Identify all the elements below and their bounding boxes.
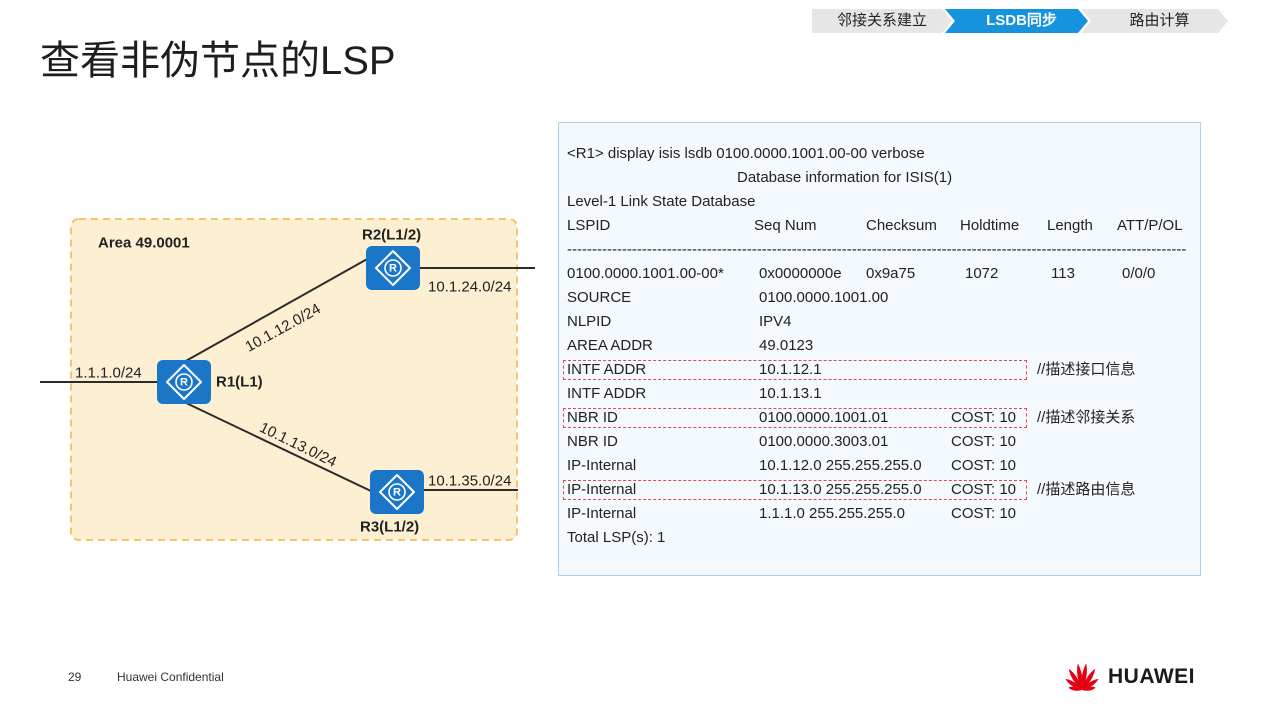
lsp-seq-num: 0x0000000e — [759, 265, 842, 282]
network-topology-diagram: Area 49.0001 1.1.1.0/24 10.1.12.0/24 10.… — [40, 218, 535, 541]
database-info-text: Database information for ISIS(1) — [737, 169, 953, 186]
tlv-value: IPV4 — [759, 313, 792, 330]
lsp-detail-rows: SOURCE 0100.0000.1001.00 NLPID IPV4 AREA ADD… — [559, 286, 1200, 526]
area-label: Area 49.0001 — [98, 235, 190, 252]
confidential-notice: Huawei Confidential — [117, 670, 224, 684]
annotation-comment: //描述邻接关系 — [1037, 409, 1136, 426]
lsp-detail-row: NLPID IPV4 — [559, 310, 1200, 334]
lsp-detail-row: NBR ID 0100.0000.3003.01 COST: 10 — [559, 430, 1200, 454]
lsp-detail-row: AREA ADDR 49.0123 — [559, 334, 1200, 358]
db-info-line: Database information for ISIS(1) — [559, 166, 1200, 190]
tlv-field-name: AREA ADDR — [567, 337, 653, 354]
progress-step-route-calc: 路由计算 — [1081, 9, 1228, 33]
lsp-att-p-ol: 0/0/0 — [1122, 265, 1156, 282]
tlv-field-name: NBR ID — [567, 409, 618, 426]
progress-step-lsdb-sync: LSDB同步 — [945, 9, 1088, 33]
column-header-att-p-ol: ATT/P/OL — [1117, 217, 1183, 234]
huawei-logo-icon — [1065, 663, 1099, 691]
lsp-checksum: 0x9a75 — [866, 265, 916, 282]
tlv-value: 10.1.12.0 255.255.255.0 — [759, 457, 922, 474]
tlv-cost: COST: 10 — [951, 505, 1017, 522]
tlv-cost: COST: 10 — [951, 433, 1017, 450]
tlv-field-name: IP-Internal — [567, 505, 637, 522]
lsp-detail-row: IP-Internal 10.1.13.0 255.255.255.0 COST: … — [559, 478, 1200, 502]
tlv-value: 49.0123 — [759, 337, 814, 354]
column-header-lspid: LSPID — [567, 217, 611, 234]
router-r2: R — [366, 246, 420, 290]
tlv-value: 0100.0000.3003.01 — [759, 433, 889, 450]
tlv-field-name: SOURCE — [567, 289, 632, 306]
table-header-row: LSPID Seq Num Checksum Holdtime Length A… — [559, 214, 1200, 238]
slide: 邻接关系建立 LSDB同步 路由计算 查看非伪节点的LSP Area 49.00… — [0, 0, 1269, 708]
tlv-field-name: INTF ADDR — [567, 361, 647, 378]
separator-line: ----------------------------------------… — [559, 238, 1200, 262]
tlv-field-name: IP-Internal — [567, 457, 637, 474]
tlv-value: 0100.0000.1001.00 — [759, 289, 889, 306]
total-lsp-text: Total LSP(s): 1 — [567, 529, 666, 546]
tlv-field-name: NBR ID — [567, 433, 618, 450]
section-progress: 邻接关系建立 LSDB同步 路由计算 — [812, 9, 1228, 33]
tlv-field-name: NLPID — [567, 313, 612, 330]
tlv-field-name: INTF ADDR — [567, 385, 647, 402]
database-title-line: Level-1 Link State Database — [559, 190, 1200, 214]
router-icon-glyph: R — [393, 487, 401, 499]
tlv-value: 10.1.12.1 — [759, 361, 822, 378]
command-line: <R1> display isis lsdb 0100.0000.1001.00… — [559, 142, 1200, 166]
total-line: Total LSP(s): 1 — [559, 526, 1200, 550]
tlv-cost: COST: 10 — [951, 457, 1017, 474]
huawei-wordmark: HUAWEI — [1108, 665, 1195, 688]
lsp-length: 113 — [1051, 265, 1075, 282]
router-r1: R — [157, 360, 211, 404]
separator-dashes: ----------------------------------------… — [567, 241, 1187, 258]
tlv-cost: COST: 10 — [951, 481, 1017, 498]
lsp-id: 0100.0000.1001.00-00* — [567, 265, 724, 282]
lsp-detail-row: INTF ADDR 10.1.12.1 //描述接口信息 — [559, 358, 1200, 382]
tlv-value: 10.1.13.1 — [759, 385, 822, 402]
page-title: 查看非伪节点的LSP — [40, 39, 396, 83]
subnet-label-r2-external: 10.1.24.0/24 — [428, 279, 511, 296]
page-number: 29 — [68, 670, 82, 684]
router-label-r2: R2(L1/2) — [362, 227, 421, 244]
lsp-detail-row: INTF ADDR 10.1.13.1 — [559, 382, 1200, 406]
lsp-detail-row: NBR ID 0100.0000.1001.01 COST: 10 //描述邻接关系 — [559, 406, 1200, 430]
tlv-cost: COST: 10 — [951, 409, 1017, 426]
router-r3: R — [370, 470, 424, 514]
lsp-detail-row: SOURCE 0100.0000.1001.00 — [559, 286, 1200, 310]
column-header-seq-num: Seq Num — [754, 217, 817, 234]
column-header-holdtime: Holdtime — [960, 217, 1020, 234]
router-label-r3: R3(L1/2) — [360, 519, 419, 536]
database-title-text: Level-1 Link State Database — [567, 193, 756, 210]
lsp-detail-row: IP-Internal 1.1.1.0 255.255.255.0 COST: 10 — [559, 502, 1200, 526]
subnet-label-r3-external: 10.1.35.0/24 — [428, 473, 511, 490]
cli-output-lines: <R1> display isis lsdb 0100.0000.1001.00… — [559, 142, 1200, 550]
tlv-value: 1.1.1.0 255.255.255.0 — [759, 505, 905, 522]
progress-step-adjacency: 邻接关系建立 — [812, 9, 952, 33]
subnet-label-r1-stub: 1.1.1.0/24 — [75, 365, 142, 382]
lsp-detail-row: IP-Internal 10.1.12.0 255.255.255.0 COST: … — [559, 454, 1200, 478]
router-icon-glyph: R — [389, 263, 397, 275]
command-text: <R1> display isis lsdb 0100.0000.1001.00… — [567, 145, 925, 162]
cli-output-panel: <R1> display isis lsdb 0100.0000.1001.00… — [558, 122, 1201, 576]
logo-petals — [1065, 663, 1099, 691]
column-header-length: Length — [1047, 217, 1093, 234]
tlv-field-name: IP-Internal — [567, 481, 637, 498]
annotation-comment: //描述路由信息 — [1037, 481, 1136, 498]
annotation-comment: //描述接口信息 — [1037, 361, 1136, 378]
router-label-r1: R1(L1) — [216, 374, 263, 391]
tlv-value: 0100.0000.1001.01 — [759, 409, 889, 426]
column-header-checksum: Checksum — [866, 217, 937, 234]
lsp-holdtime: 1072 — [965, 265, 999, 282]
lsp-summary-row: 0100.0000.1001.00-00* 0x0000000e 0x9a75 … — [559, 262, 1200, 286]
router-icon-glyph: R — [180, 377, 188, 389]
tlv-value: 10.1.13.0 255.255.255.0 — [759, 481, 922, 498]
